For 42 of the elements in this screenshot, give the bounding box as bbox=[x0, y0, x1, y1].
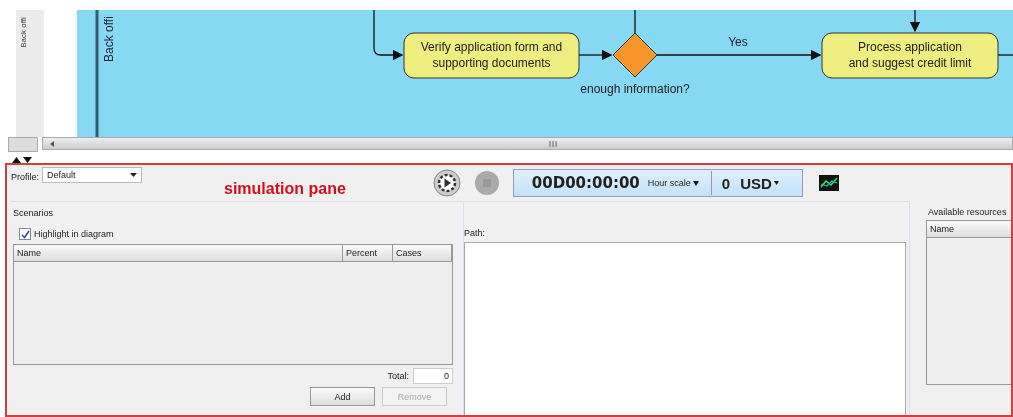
scale-dropdown[interactable]: Hour scale bbox=[647, 178, 699, 188]
lane-label: Back offi bbox=[19, 17, 29, 48]
grip-icon bbox=[549, 140, 557, 147]
flow-arrow bbox=[578, 49, 613, 61]
highlight-checkbox[interactable] bbox=[19, 228, 31, 240]
flow-label: Yes bbox=[728, 35, 749, 49]
total-label: Total: bbox=[387, 371, 409, 381]
group-title: Scenarios bbox=[13, 208, 55, 218]
currency-dropdown[interactable]: USD bbox=[740, 174, 779, 192]
scroll-left-icon[interactable] bbox=[49, 140, 55, 147]
collapse-arrows-icon[interactable] bbox=[12, 156, 32, 163]
checkbox-label: Highlight in diagram bbox=[34, 229, 114, 239]
task-label: Process application bbox=[858, 40, 963, 54]
caret-icon bbox=[692, 180, 699, 186]
lane-label: Back offi bbox=[102, 16, 117, 62]
pane-title: simulation pane bbox=[224, 180, 346, 198]
total-field[interactable]: 0 bbox=[413, 368, 453, 384]
elapsed-time: 00D00:00:00 bbox=[531, 174, 640, 192]
flow-line bbox=[634, 10, 637, 34]
task-label: Verify application form and bbox=[421, 40, 563, 54]
caret-icon bbox=[773, 181, 779, 185]
profile-dropdown[interactable]: Default bbox=[42, 167, 142, 183]
column-header[interactable]: Percent bbox=[343, 245, 393, 261]
task-label: and suggest credit limit bbox=[849, 56, 972, 70]
line-chart-icon[interactable] bbox=[818, 175, 839, 191]
group-title: Available resources bbox=[928, 207, 1008, 217]
flow-arrow bbox=[373, 10, 404, 61]
caret-icon bbox=[130, 173, 137, 177]
gateway-diamond bbox=[612, 32, 658, 78]
horizontal-scrollbar[interactable] bbox=[42, 137, 1013, 150]
path-label: Path: bbox=[464, 228, 486, 238]
action-button[interactable]: Add bbox=[310, 387, 375, 406]
flow-line bbox=[997, 54, 1013, 56]
column-header[interactable]: Name bbox=[14, 245, 343, 261]
flow-arrow bbox=[910, 10, 921, 33]
scroll-corner bbox=[8, 137, 38, 152]
play-button[interactable] bbox=[432, 169, 461, 197]
task-label: supporting documents bbox=[432, 56, 551, 70]
gateway-label: enough information? bbox=[580, 82, 691, 96]
profile-label: Profile: bbox=[11, 172, 39, 182]
column-header[interactable]: Cases bbox=[393, 245, 452, 261]
cost-value: 0 bbox=[721, 174, 731, 192]
